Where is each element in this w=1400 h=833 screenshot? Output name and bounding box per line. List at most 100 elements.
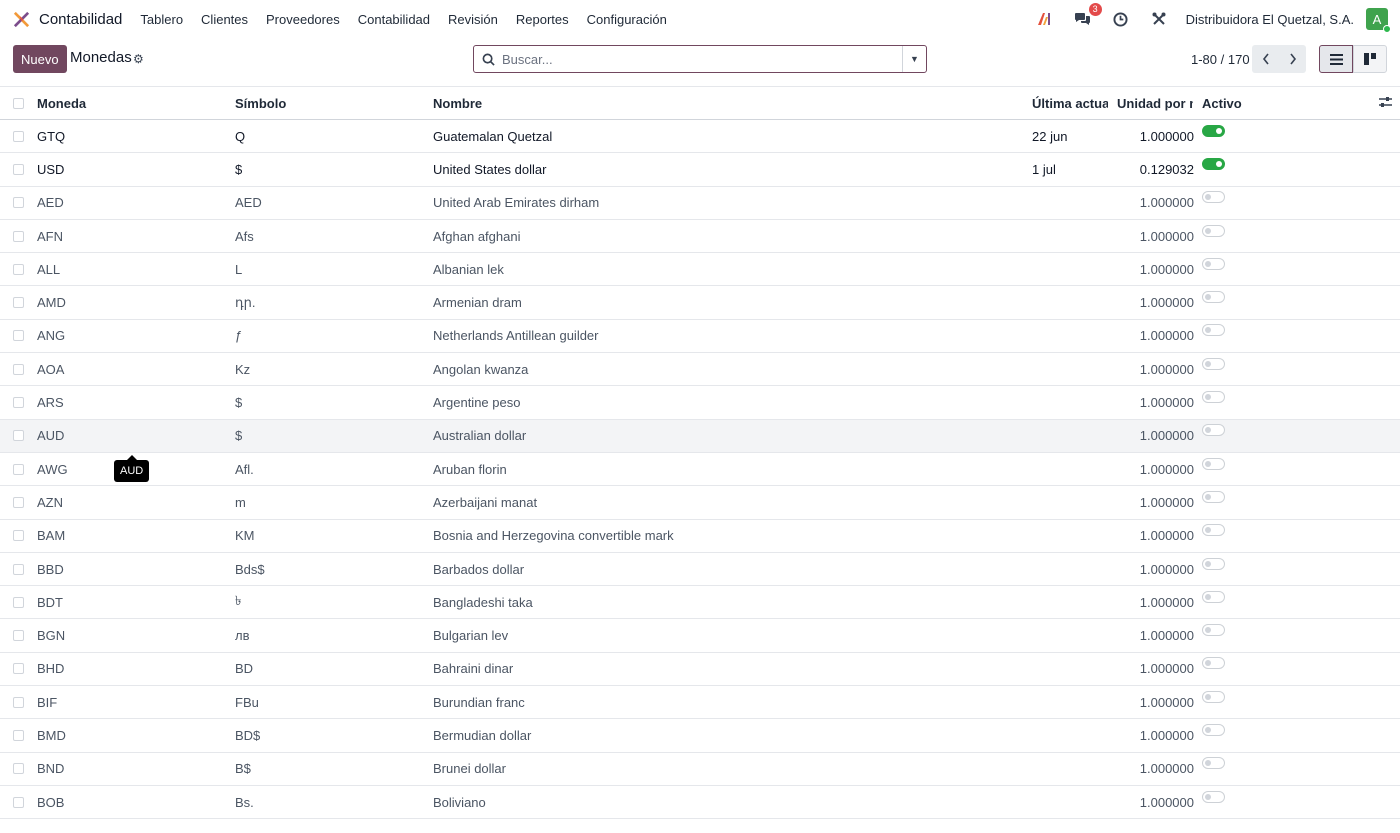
app-logo-icon[interactable] [12,10,31,29]
row-checkbox[interactable] [13,796,24,808]
search-input[interactable] [502,47,902,71]
active-toggle[interactable] [1202,690,1225,703]
currency-code[interactable]: BAM [37,528,65,543]
currency-name[interactable]: Guatemalan Quetzal [433,129,552,144]
currency-code[interactable]: AED [37,195,64,210]
currency-name[interactable]: Argentine peso [433,395,520,410]
currency-code[interactable]: ANG [37,328,65,343]
unit-per-currency[interactable]: 1.000000 [1140,528,1194,543]
unit-per-currency[interactable]: 1.000000 [1140,761,1194,776]
optional-columns-icon[interactable] [1379,96,1392,111]
table-row[interactable]: AUD $ Australian dollar 1.000000 [0,419,1400,453]
table-row[interactable]: AFN Afs Afghan afghani 1.000000 [0,220,1400,254]
table-row[interactable]: BGN лв Bulgarian lev 1.000000 [0,619,1400,653]
pager-value[interactable]: 1-80 / 170 [1191,52,1250,67]
active-toggle[interactable] [1202,257,1225,270]
table-row[interactable]: AOA Kz Angolan kwanza 1.000000 [0,353,1400,387]
currency-name[interactable]: Bosnia and Herzegovina convertible mark [433,528,674,543]
currency-name[interactable]: Albanian lek [433,262,504,277]
messages-icon[interactable]: 3 [1074,3,1102,28]
currency-code[interactable]: AFN [37,229,63,244]
currency-symbol[interactable]: Afl. [235,462,254,477]
unit-per-currency[interactable]: 1.000000 [1140,462,1194,477]
unit-per-currency[interactable]: 1.000000 [1140,495,1194,510]
active-toggle[interactable] [1202,790,1225,803]
row-checkbox[interactable] [13,197,24,209]
row-checkbox[interactable] [13,463,24,475]
active-toggle[interactable] [1202,624,1225,637]
active-toggle[interactable] [1202,124,1225,137]
table-row[interactable]: BBD Bds$ Barbados dollar 1.000000 [0,553,1400,587]
row-checkbox[interactable] [13,729,24,741]
row-checkbox[interactable] [13,297,24,309]
unit-per-currency[interactable]: 1.000000 [1140,328,1194,343]
currency-name[interactable]: Barbados dollar [433,562,524,577]
row-checkbox[interactable] [13,397,24,409]
row-checkbox[interactable] [13,363,24,375]
unit-per-currency[interactable]: 1.000000 [1140,728,1194,743]
currency-symbol[interactable]: B$ [235,761,251,776]
currency-name[interactable]: Bermudian dollar [433,728,531,743]
unit-per-currency[interactable]: 1.000000 [1140,695,1194,710]
table-row[interactable]: AED AED United Arab Emirates dirham 1.00000… [0,187,1400,220]
table-row[interactable]: ARS $ Argentine peso 1.000000 [0,386,1400,420]
row-checkbox[interactable] [13,630,24,642]
gear-icon[interactable]: ⚙ [133,52,144,66]
row-checkbox[interactable] [13,530,24,542]
active-toggle[interactable] [1202,324,1225,337]
currency-code[interactable]: BMD [37,728,66,743]
currency-name[interactable]: Aruban florin [433,462,507,477]
unit-per-currency[interactable]: 0.129032 [1140,162,1194,177]
pager-next-button[interactable] [1279,45,1306,73]
currency-code[interactable]: AMD [37,295,66,310]
active-toggle[interactable] [1202,757,1225,770]
row-checkbox[interactable] [13,330,24,342]
column-header-date[interactable]: Última actualización [1032,96,1108,111]
currency-name[interactable]: United Arab Emirates dirham [433,195,599,210]
currency-symbol[interactable]: Afs [235,229,254,244]
currency-symbol[interactable]: $ [235,428,242,443]
active-toggle[interactable] [1202,224,1225,237]
menu-item-reportes[interactable]: Reportes [516,12,569,27]
table-row[interactable]: BOB Bs. Boliviano 1.000000 [0,786,1400,820]
last-update-date[interactable]: 22 jun [1032,129,1067,144]
currency-code[interactable]: USD [37,162,64,177]
row-checkbox[interactable] [13,696,24,708]
menu-item-revision[interactable]: Revisión [448,12,498,27]
column-header-rate[interactable]: Unidad por moneda [1117,96,1193,111]
active-toggle[interactable] [1202,157,1225,170]
table-row[interactable]: BDT ৳ Bangladeshi taka 1.000000 [0,586,1400,620]
table-row[interactable]: BAM KM Bosnia and Herzegovina convertible … [0,520,1400,553]
currency-symbol[interactable]: KM [235,528,255,543]
unit-per-currency[interactable]: 1.000000 [1140,795,1194,810]
currency-code[interactable]: BDT [37,595,63,610]
row-checkbox[interactable] [13,230,24,242]
row-checkbox[interactable] [13,563,24,575]
menu-item-proveedores[interactable]: Proveedores [266,12,340,27]
unit-per-currency[interactable]: 1.000000 [1140,295,1194,310]
active-toggle[interactable] [1202,723,1225,736]
currency-code[interactable]: AUD [37,428,64,443]
table-row[interactable]: BND B$ Brunei dollar 1.000000 [0,753,1400,786]
currency-name[interactable]: Afghan afghani [433,229,520,244]
list-view-button[interactable] [1319,45,1353,73]
row-checkbox[interactable] [13,430,24,442]
row-checkbox[interactable] [13,163,24,175]
active-toggle[interactable] [1202,657,1225,670]
unit-per-currency[interactable]: 1.000000 [1140,195,1194,210]
user-avatar[interactable]: A [1366,8,1391,33]
table-row[interactable]: BMD BD$ Bermudian dollar 1.000000 [0,719,1400,753]
menu-item-configuracion[interactable]: Configuración [587,12,667,27]
table-row[interactable]: ALL L Albanian lek 1.000000 [0,253,1400,287]
unit-per-currency[interactable]: 1.000000 [1140,229,1194,244]
table-row[interactable]: USD $ United States dollar 1 jul 0.129032 [0,153,1400,187]
kanban-view-button[interactable] [1353,45,1387,73]
row-checkbox[interactable] [13,763,24,775]
table-row[interactable]: AWG Afl. Aruban florin 1.000000 [0,453,1400,487]
currency-code[interactable]: BOB [37,795,64,810]
active-toggle[interactable] [1202,391,1225,404]
currency-symbol[interactable]: AED [235,195,262,210]
currency-name[interactable]: United States dollar [433,162,546,177]
new-button[interactable]: Nuevo [13,45,67,73]
currency-name[interactable]: Armenian dram [433,295,522,310]
